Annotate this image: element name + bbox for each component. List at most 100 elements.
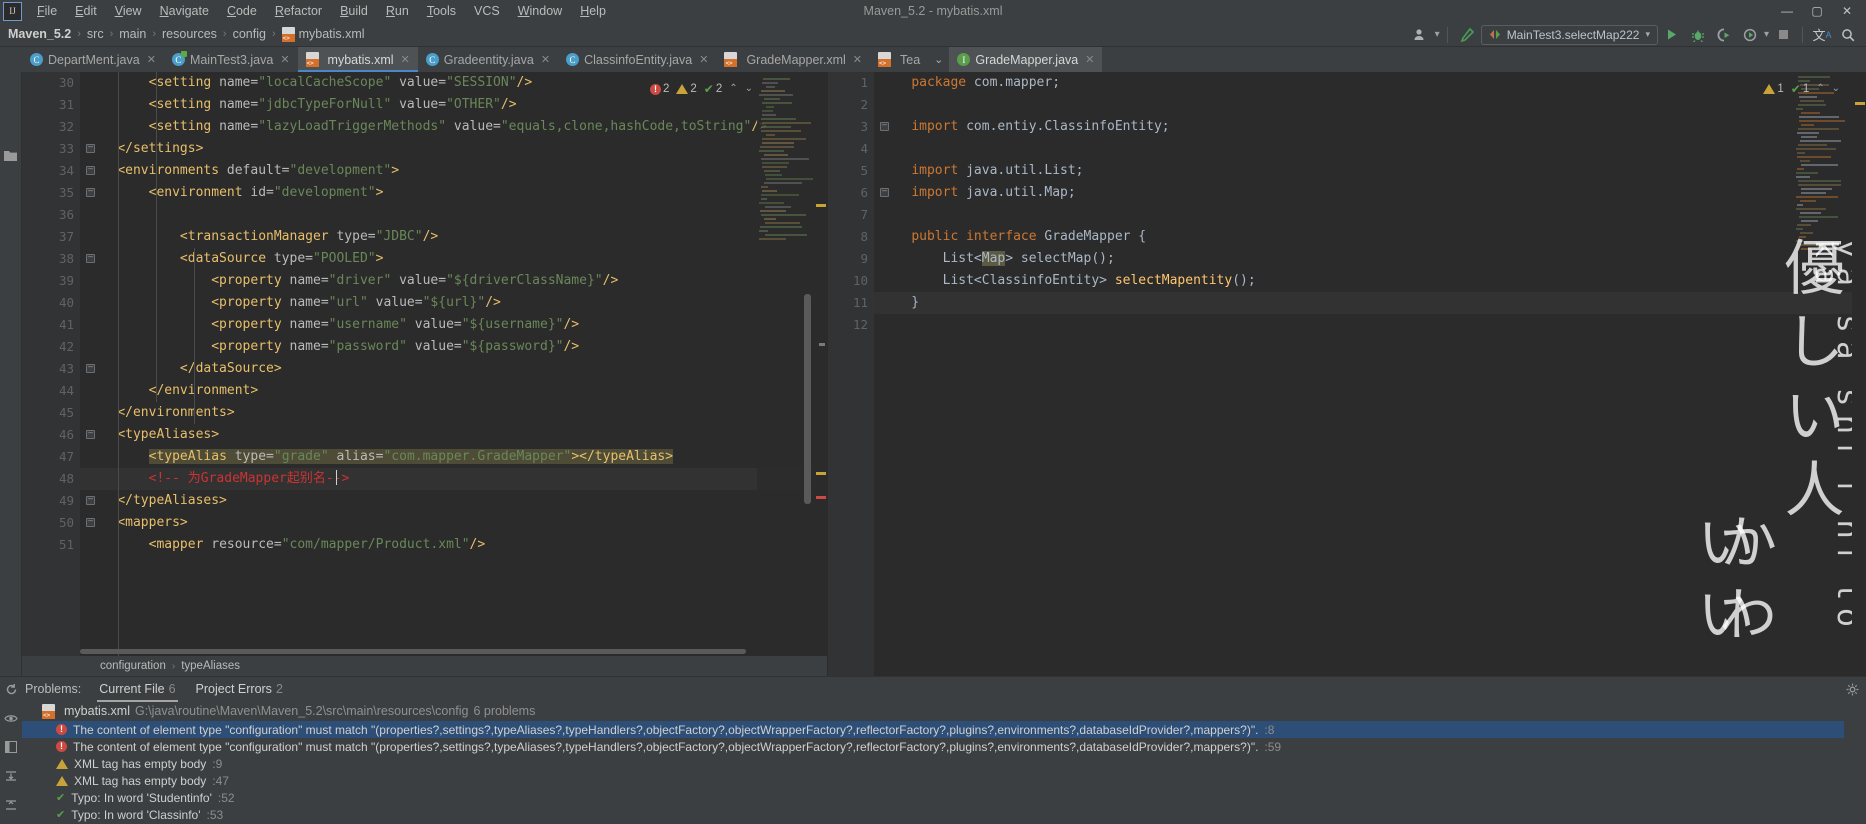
menu-edit[interactable]: Edit (66, 2, 106, 20)
tab-departMent-java[interactable]: C DepartMent.java ✕ (22, 47, 164, 72)
code-line[interactable]: List<ClassinfoEntity> selectMapentity(); (874, 270, 1866, 292)
expand-all-icon[interactable] (5, 770, 17, 785)
code-line[interactable]: package com.mapper; (874, 72, 1866, 94)
code-line[interactable] (80, 204, 827, 226)
breadcrumb-config[interactable]: config (233, 27, 266, 41)
tab-mainTest3-java[interactable]: C MainTest3.java ✕ (164, 47, 298, 72)
code-line[interactable]: <environment id="development"> (80, 182, 827, 204)
code-line[interactable]: <dataSource type="POOLED"> (80, 248, 827, 270)
code-line[interactable]: <!-- 为GradeMapper起别名--> (80, 468, 827, 490)
code-line[interactable] (874, 204, 1866, 226)
menu-code[interactable]: Code (218, 2, 266, 20)
tab-gradeMapper-java[interactable]: I GradeMapper.java ✕ (949, 47, 1103, 72)
stripe-scroll-thumb[interactable] (819, 343, 825, 346)
folder-icon[interactable] (4, 150, 17, 164)
tab-close-icon[interactable]: ✕ (853, 53, 862, 66)
typo-count[interactable]: ✔ 2 (704, 78, 722, 100)
refresh-icon[interactable] (5, 683, 18, 699)
run-with-coverage-icon[interactable] (1712, 24, 1736, 46)
collapse-all-icon[interactable] (5, 799, 17, 814)
problem-row[interactable]: ✔ Typo: In word 'Studentinfo':52 (22, 789, 1844, 806)
warning-count[interactable]: 2 (676, 78, 697, 100)
menu-run[interactable]: Run (377, 2, 418, 20)
translate-icon[interactable]: 文A (1810, 24, 1834, 46)
menu-navigate[interactable]: Navigate (151, 2, 218, 20)
breadcrumb-main[interactable]: main (119, 27, 146, 41)
next-problem-icon[interactable]: ⌄ (1832, 78, 1840, 100)
problem-row[interactable]: XML tag has empty body:9 (22, 755, 1844, 772)
tab-tea-truncated[interactable]: Tea (870, 47, 928, 72)
code-line[interactable]: </environments> (80, 402, 827, 424)
menu-file[interactable]: File (28, 2, 66, 20)
menu-view[interactable]: View (106, 2, 151, 20)
search-magnifier-icon[interactable] (1836, 24, 1860, 46)
menu-tools[interactable]: Tools (418, 2, 465, 20)
tab-gradeentity-java[interactable]: C Gradeentity.java ✕ (418, 47, 558, 72)
prev-problem-icon[interactable]: ⌃ (1816, 78, 1824, 100)
tab-close-icon[interactable]: ✕ (541, 53, 550, 66)
code-line[interactable]: <property name="url" value="${url}"/> (80, 292, 827, 314)
menu-refactor[interactable]: Refactor (266, 2, 331, 20)
warning-count[interactable]: 1 (1763, 78, 1784, 100)
problems-file-row[interactable]: mybatis.xml G:\java\routine\Maven\Maven_… (22, 701, 1844, 721)
code-line[interactable]: <transactionManager type="JDBC"/> (80, 226, 827, 248)
code-line[interactable]: <mappers> (80, 512, 827, 534)
prev-problem-icon[interactable]: ⌃ (729, 78, 737, 100)
run-button[interactable] (1660, 24, 1684, 46)
profiler-icon[interactable] (1738, 24, 1762, 46)
user-profile-icon[interactable] (1409, 24, 1433, 46)
code-line[interactable]: </environment> (80, 380, 827, 402)
tab-close-icon[interactable]: ✕ (1085, 53, 1094, 66)
java-code-area[interactable]: 1 ✔ 1 ⌃ ⌄ 123456789101112 package com.ma… (828, 72, 1866, 676)
minimize-button[interactable]: — (1772, 0, 1802, 22)
maximize-button[interactable]: ▢ (1802, 0, 1832, 22)
code-line[interactable]: </typeAliases> (80, 490, 827, 512)
code-line[interactable]: <property name="driver" value="${driverC… (80, 270, 827, 292)
tab-close-icon[interactable]: ✕ (147, 53, 156, 66)
run-configuration-selector[interactable]: MainTest3.selectMap222 ▾ (1480, 24, 1658, 45)
tab-project-errors[interactable]: Project Errors 2 (194, 679, 285, 699)
breadcrumb-file[interactable]: mybatis.xml (299, 27, 365, 41)
code-line[interactable]: <typeAliases> (80, 424, 827, 446)
stripe-warning-mark[interactable] (816, 472, 826, 475)
tab-gradeMapper-xml[interactable]: GradeMapper.xml ✕ (716, 47, 870, 72)
code-line[interactable]: import java.util.List; (874, 160, 1866, 182)
code-line[interactable]: <setting name="lazyLoadTriggerMethods" v… (80, 116, 827, 138)
code-line[interactable]: <property name="username" value="${usern… (80, 314, 827, 336)
java-line-number-gutter[interactable]: 1 2 3 4 5 6 7 8 9 10 11 12 (828, 72, 874, 676)
debug-bug-icon[interactable] (1686, 24, 1710, 46)
xml-code-lines[interactable]: <setting name="localCacheScope" value="S… (80, 72, 827, 656)
breadcrumb-project[interactable]: Maven_5.2 (8, 27, 71, 41)
error-count[interactable]: ! 2 (649, 78, 669, 100)
next-problem-icon[interactable]: ⌄ (745, 78, 753, 100)
breadcrumb-configuration[interactable]: configuration (100, 660, 166, 672)
tab-classinfoEntity-java[interactable]: C ClassinfoEntity.java ✕ (558, 47, 716, 72)
xml-code-area[interactable]: ! 2 2 ✔ 2 ⌃ ⌄ 30 31 32 33 34 35 36 37 38… (22, 72, 827, 656)
breadcrumb-typeAliases[interactable]: typeAliases (181, 660, 240, 672)
code-line[interactable]: List<Map> selectMap(); (874, 248, 1866, 270)
xml-line-number-gutter[interactable]: 30 31 32 33 34 35 36 37 38 39 40 41 42 43 44 45 46 47 48 49… (22, 72, 80, 656)
java-minimap[interactable] (1794, 72, 1852, 676)
problem-row[interactable]: XML tag has empty body:47 (22, 772, 1844, 789)
code-line[interactable]: import com.entiy.ClassinfoEntity; (874, 116, 1866, 138)
inspection-eye-icon[interactable] (4, 713, 18, 727)
tab-close-icon[interactable]: ✕ (280, 53, 289, 66)
problem-row[interactable]: ✔ Typo: In word 'Classinfo':53 (22, 806, 1844, 823)
gear-icon[interactable] (1846, 683, 1859, 699)
menu-build[interactable]: Build (331, 2, 377, 20)
tab-close-icon[interactable]: ✕ (699, 53, 708, 66)
code-line[interactable]: </dataSource> (80, 358, 827, 380)
stripe-warning-mark[interactable] (1855, 102, 1865, 105)
problems-list[interactable]: ! The content of element type "configurat… (22, 721, 1844, 824)
tab-close-icon[interactable]: ✕ (401, 53, 410, 66)
breadcrumb-src[interactable]: src (87, 27, 104, 41)
build-hammer-icon[interactable] (1455, 24, 1479, 46)
xml-error-stripe[interactable] (813, 72, 827, 656)
stripe-error-mark[interactable] (816, 496, 826, 499)
code-line[interactable]: public interface GradeMapper { (874, 226, 1866, 248)
code-line[interactable]: <mapper resource="com/mapper/Product.xml… (80, 534, 827, 556)
problem-row[interactable]: ! The content of element type "configurat… (22, 738, 1844, 755)
code-line[interactable]: <typeAlias type="grade" alias="com.mappe… (80, 446, 827, 468)
tab-overflow-chevron-icon[interactable]: ⌄ (928, 47, 949, 72)
problem-row[interactable]: ! The content of element type "configurat… (22, 721, 1844, 738)
